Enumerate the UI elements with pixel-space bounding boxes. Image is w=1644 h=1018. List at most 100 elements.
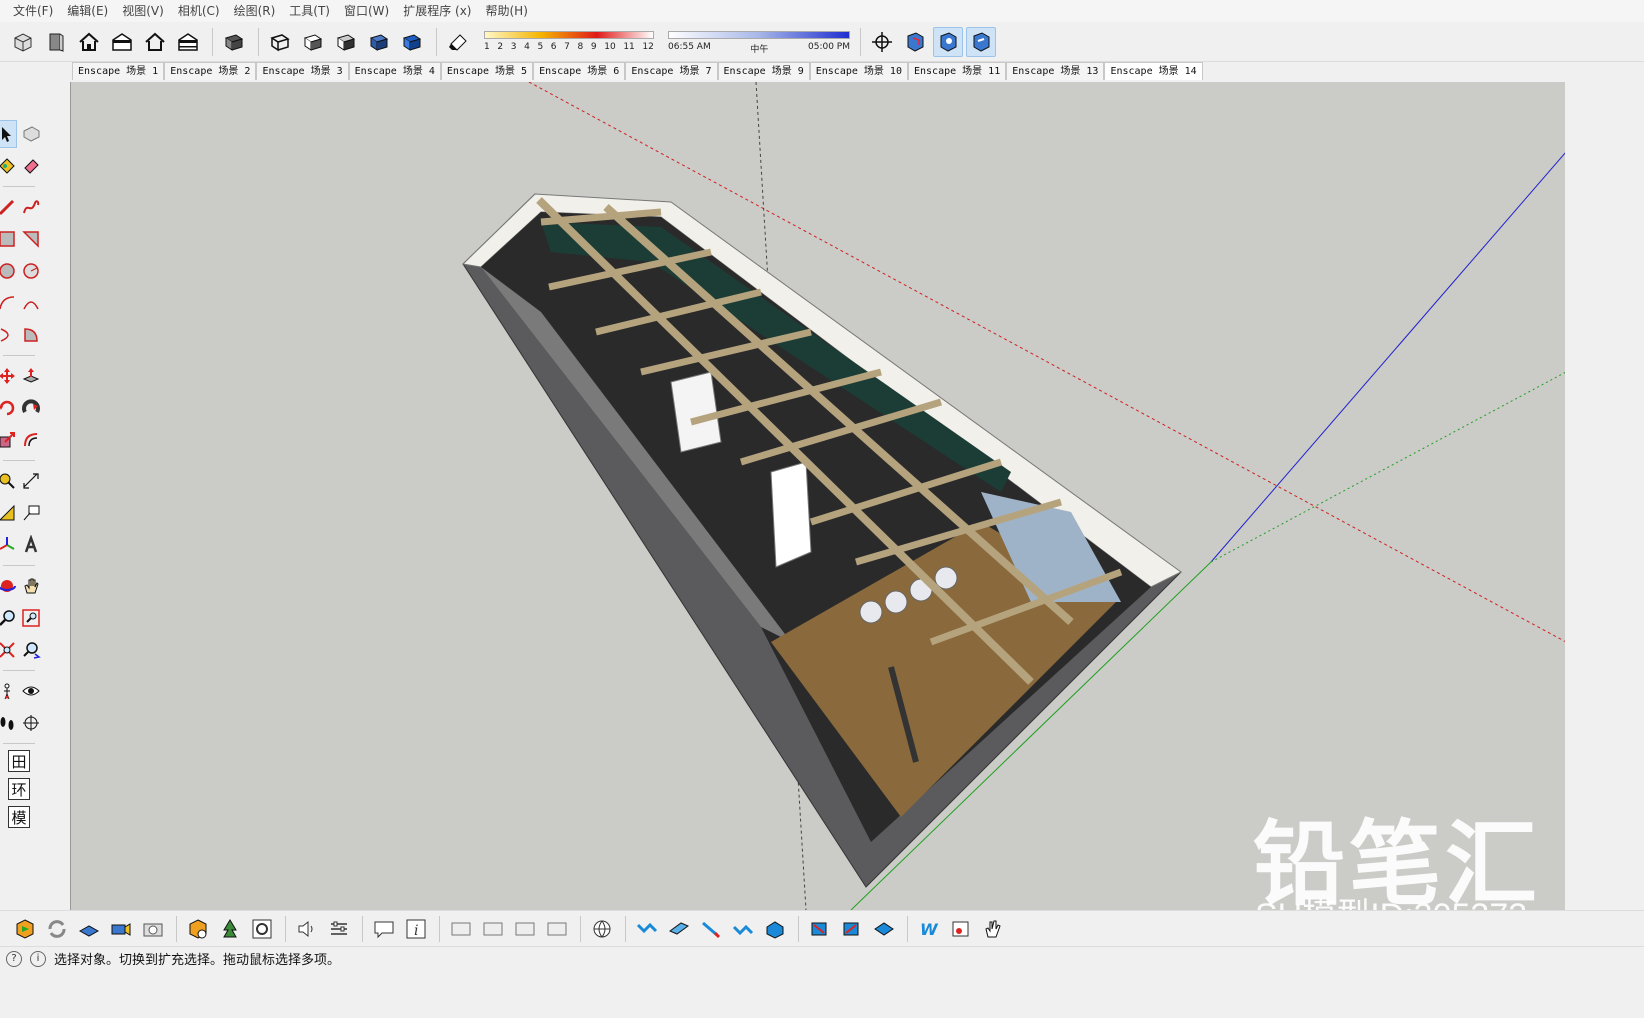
section-display-icon[interactable] [933, 26, 963, 57]
text-label-icon[interactable] [21, 499, 41, 527]
drape-icon[interactable] [760, 914, 789, 943]
line-pencil-icon[interactable] [0, 193, 17, 221]
status-geo-icon[interactable]: ? [6, 950, 22, 967]
section-plane-tool-icon[interactable] [21, 709, 41, 737]
menu-view[interactable]: 视图(V) [115, 0, 171, 22]
offset-icon[interactable] [21, 426, 41, 454]
scale-icon[interactable] [0, 426, 17, 454]
tab-scene-3[interactable]: Enscape 场景 3 [256, 62, 349, 80]
sandbox-from-scratch-icon[interactable] [664, 914, 693, 943]
menu-camera[interactable]: 相机(C) [171, 0, 227, 22]
arc-icon[interactable] [0, 289, 17, 317]
menu-tools[interactable]: 工具(T) [282, 0, 337, 22]
layout-grid-icon[interactable] [446, 914, 475, 943]
look-around-eye-icon[interactable] [21, 677, 41, 705]
geo-location-icon[interactable] [587, 914, 616, 943]
asset-library-icon[interactable] [215, 914, 244, 943]
enscape-start-icon[interactable] [10, 914, 39, 943]
shaded-style-icon[interactable] [331, 27, 361, 57]
tape-measure-icon[interactable] [0, 467, 17, 495]
zoom-icon[interactable] [0, 604, 17, 632]
tab-scene-11[interactable]: Enscape 场景 11 [907, 62, 1007, 80]
move-icon[interactable] [0, 362, 17, 390]
menu-draw[interactable]: 绘图(R) [227, 0, 283, 22]
axes-icon[interactable] [0, 531, 17, 559]
monochrome-style-icon[interactable] [397, 27, 427, 57]
shadow-time-slider[interactable]: 06:55 AM 中午 05:00 PM [664, 25, 854, 59]
tab-scene-1[interactable]: Enscape 场景 1 [72, 62, 165, 80]
enscape-sync-icon[interactable] [42, 914, 71, 943]
previous-view-icon[interactable] [21, 636, 41, 664]
shaded-texture-style-icon[interactable] [364, 27, 394, 57]
hidden-line-style-icon[interactable] [298, 27, 328, 57]
flip-edge-icon[interactable] [837, 914, 866, 943]
zoom-window-icon[interactable] [21, 604, 41, 632]
plugin-hand-icon[interactable] [978, 914, 1007, 943]
ring-tool-icon[interactable]: 环 [8, 778, 30, 800]
circle-icon[interactable] [0, 257, 17, 285]
table-tool-icon[interactable]: 田 [8, 750, 30, 772]
back-view-icon[interactable] [140, 27, 170, 57]
xray-style-icon[interactable] [219, 27, 249, 57]
layout-grid-icon[interactable] [478, 914, 507, 943]
enscape-camera-icon[interactable] [106, 914, 135, 943]
tab-scene-4[interactable]: Enscape 场景 4 [348, 62, 441, 80]
shadow-month-slider[interactable]: 1 2 3 4 5 6 7 8 9 10 11 12 [476, 25, 656, 59]
layout-grid-icon[interactable] [510, 914, 539, 943]
top-view-icon[interactable] [41, 27, 71, 57]
dimension-icon[interactable] [21, 467, 41, 495]
sandbox-extra-icon[interactable] [869, 914, 898, 943]
protractor-icon[interactable] [0, 499, 17, 527]
pan-hand-icon[interactable] [21, 572, 41, 600]
model-viewport[interactable]: 铅笔汇 SU模型ID:305373 [70, 82, 1565, 910]
position-camera-person-icon[interactable] [0, 677, 17, 705]
push-pull-icon[interactable] [21, 362, 41, 390]
freehand-icon[interactable] [21, 193, 41, 221]
select-arrow-icon[interactable] [0, 120, 17, 148]
wireframe-style-icon[interactable] [265, 27, 295, 57]
walk-footprints-icon[interactable] [0, 709, 17, 737]
eraser-icon[interactable] [21, 152, 41, 180]
plugin-book-icon[interactable] [946, 914, 975, 943]
tab-scene-2[interactable]: Enscape 场景 2 [164, 62, 257, 80]
rectangle-icon[interactable] [0, 225, 17, 253]
menu-window[interactable]: 窗口(W) [337, 0, 396, 22]
menu-extensions[interactable]: 扩展程序 (x) [396, 0, 478, 22]
paint-bucket-icon[interactable] [0, 152, 17, 180]
rotate-icon[interactable] [0, 394, 17, 422]
tab-scene-7[interactable]: Enscape 场景 7 [625, 62, 718, 80]
zoom-extents-icon[interactable] [0, 636, 17, 664]
right-view-icon[interactable] [107, 27, 137, 57]
enscape-sync-views-icon[interactable] [74, 914, 103, 943]
position-camera-icon[interactable] [867, 27, 897, 57]
settings-gear-icon[interactable] [247, 914, 276, 943]
section-cut-icon[interactable] [966, 26, 996, 57]
menu-file[interactable]: 文件(F) [6, 0, 60, 22]
3d-text-icon[interactable] [21, 531, 41, 559]
left-view-icon[interactable] [173, 27, 203, 57]
audio-speaker-icon[interactable] [292, 914, 321, 943]
screenshot-icon[interactable] [138, 914, 167, 943]
tab-scene-9[interactable]: Enscape 场景 9 [717, 62, 810, 80]
tab-scene-14[interactable]: Enscape 场景 14 [1104, 62, 1203, 80]
make-component-icon[interactable] [21, 120, 41, 148]
section-plane-icon[interactable] [900, 27, 930, 57]
polygon-icon[interactable] [21, 257, 41, 285]
rotated-rectangle-icon[interactable] [21, 225, 41, 253]
sandbox-from-contours-icon[interactable] [632, 914, 661, 943]
model-tool-icon[interactable]: 模 [8, 806, 30, 828]
tab-scene-5[interactable]: Enscape 场景 5 [440, 62, 534, 80]
shadows-toggle-icon[interactable] [443, 27, 473, 57]
enscape-objects-icon[interactable] [183, 914, 212, 943]
orbit-icon[interactable] [0, 572, 17, 600]
add-detail-icon[interactable] [805, 914, 834, 943]
layout-grid-icon[interactable] [542, 914, 571, 943]
menu-help[interactable]: 帮助(H) [478, 0, 534, 22]
stamp-icon[interactable] [728, 914, 757, 943]
front-view-icon[interactable] [74, 27, 104, 57]
tab-scene-10[interactable]: Enscape 场景 10 [809, 62, 908, 80]
feedback-chat-icon[interactable] [369, 914, 398, 943]
info-icon[interactable]: i [401, 914, 430, 943]
plugin-w-icon[interactable]: W [914, 914, 943, 943]
follow-me-icon[interactable] [21, 394, 41, 422]
